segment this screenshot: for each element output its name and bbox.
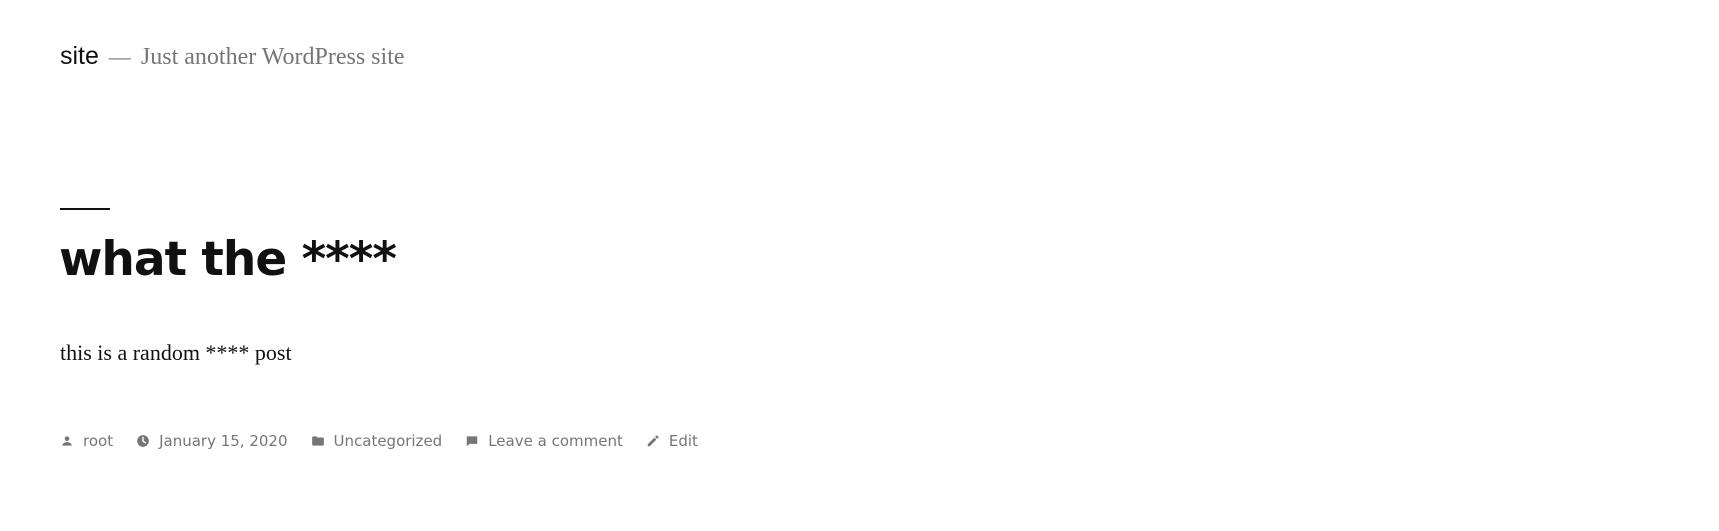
meta-category: Uncategorized: [311, 432, 443, 450]
comment-icon: [466, 436, 478, 447]
meta-edit: Edit: [646, 432, 698, 450]
site-header: site — Just another WordPress site: [60, 42, 405, 71]
meta-comments: Leave a comment: [465, 432, 623, 450]
person-icon: [62, 436, 72, 446]
folder-icon: [311, 436, 324, 446]
meta-author: root: [60, 432, 113, 450]
category-link[interactable]: Uncategorized: [334, 432, 443, 450]
post-title: what the ****: [59, 232, 397, 287]
site-tagline: Just another WordPress site: [140, 44, 405, 70]
post-meta: root January 15, 2020 Uncategorized Leav…: [60, 432, 721, 450]
site-title-link[interactable]: site: [60, 42, 99, 71]
site-title-separator: —: [108, 44, 131, 69]
date-link[interactable]: January 15, 2020: [159, 432, 287, 450]
author-link[interactable]: root: [83, 432, 113, 450]
edit-link[interactable]: Edit: [669, 432, 698, 450]
meta-date: January 15, 2020: [136, 432, 288, 450]
title-divider: [60, 208, 110, 210]
clock-icon: [137, 435, 149, 447]
pencil-icon: [647, 435, 659, 447]
leave-comment-link[interactable]: Leave a comment: [488, 432, 623, 450]
post-content: this is a random **** post: [60, 340, 292, 365]
